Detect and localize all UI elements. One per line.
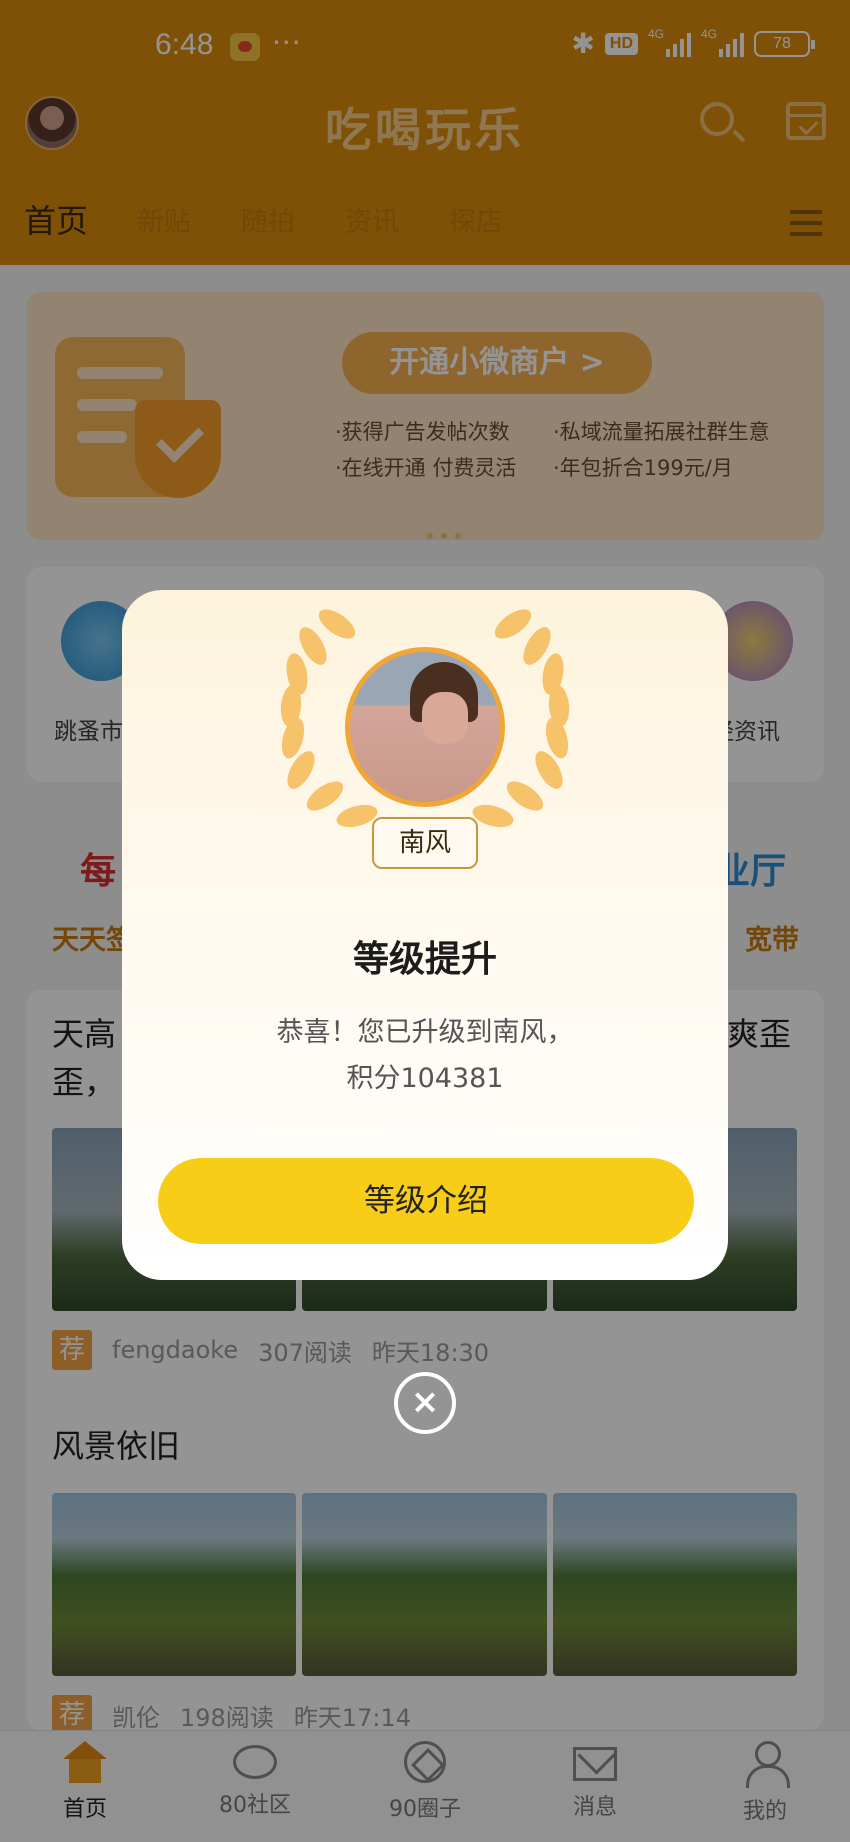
close-dialog-button[interactable]: × [394, 1372, 456, 1434]
level-up-dialog: 南风 等级提升 恭喜！您已升级到南风， 积分104381 等级介绍 [122, 590, 728, 1280]
level-intro-button[interactable]: 等级介绍 [158, 1158, 694, 1244]
user-avatar-large [345, 647, 505, 807]
level-badge: 南风 [372, 817, 478, 869]
dialog-title: 等级提升 [352, 939, 497, 980]
dialog-message: 恭喜！您已升级到南风， 积分104381 [276, 1017, 574, 1094]
